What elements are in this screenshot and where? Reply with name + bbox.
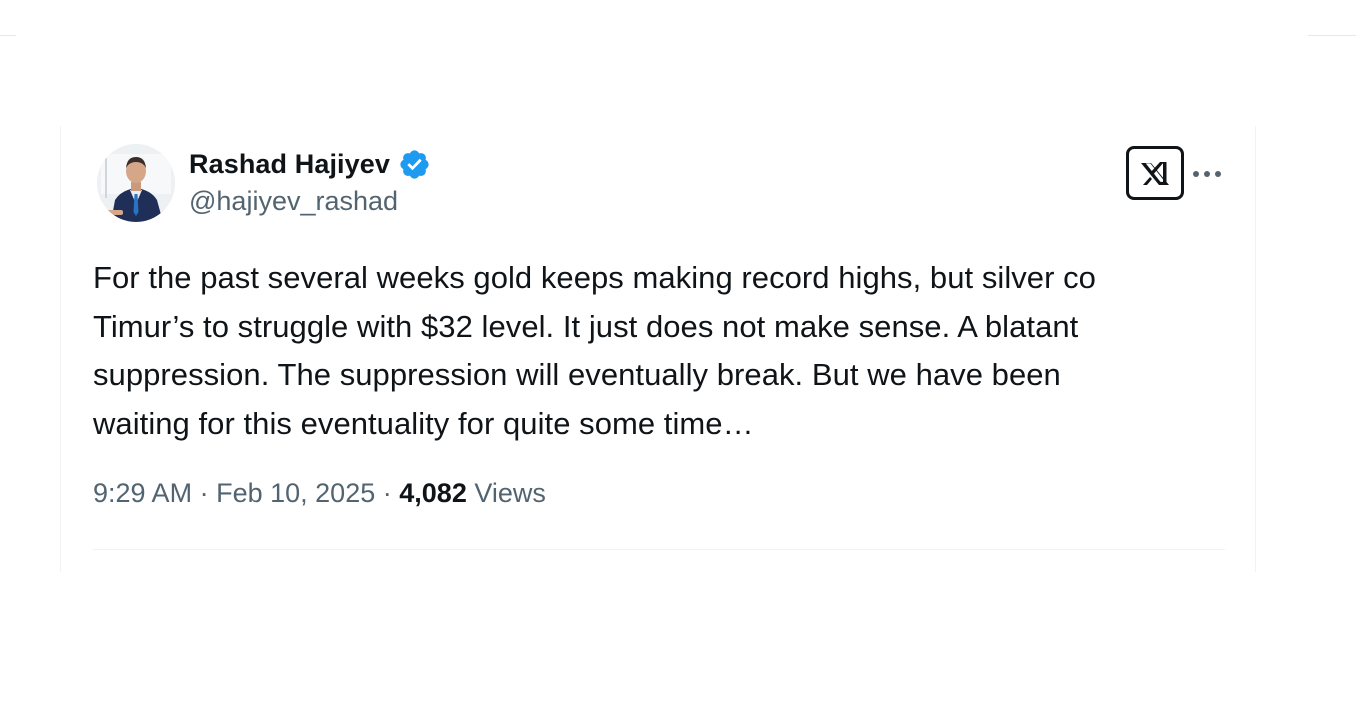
views-count[interactable]: 4,082 — [399, 478, 467, 508]
tweet-date[interactable]: Feb 10, 2025 — [216, 478, 375, 508]
tweet-time[interactable]: 9:29 AM — [93, 478, 192, 508]
top-divider-right — [1308, 35, 1356, 36]
avatar[interactable] — [97, 144, 175, 222]
author-handle[interactable]: @hajiyev_rashad — [189, 186, 398, 217]
top-divider-left — [0, 35, 16, 36]
verified-badge-icon[interactable] — [398, 148, 431, 181]
meta-separator: · — [199, 478, 209, 508]
author-display-name[interactable]: Rashad Hajiyev — [189, 149, 390, 180]
views-label[interactable]: Views — [474, 478, 546, 508]
tweet-meta: 9:29 AM · Feb 10, 2025 · 4,082 Views — [93, 478, 546, 509]
author-name-row: Rashad Hajiyev — [189, 146, 431, 182]
x-logo-icon — [1141, 162, 1169, 185]
more-options-button[interactable] — [1189, 160, 1225, 188]
more-horizontal-icon — [1193, 171, 1221, 177]
tweet-card: Rashad Hajiyev @hajiyev_rashad For the p… — [60, 126, 1256, 572]
x-logo-button[interactable] — [1126, 146, 1184, 200]
tweet-divider — [93, 549, 1225, 550]
tweet-text: For the past several weeks gold keeps ma… — [93, 260, 1096, 441]
avatar-image — [97, 144, 175, 222]
meta-separator: · — [382, 478, 392, 508]
